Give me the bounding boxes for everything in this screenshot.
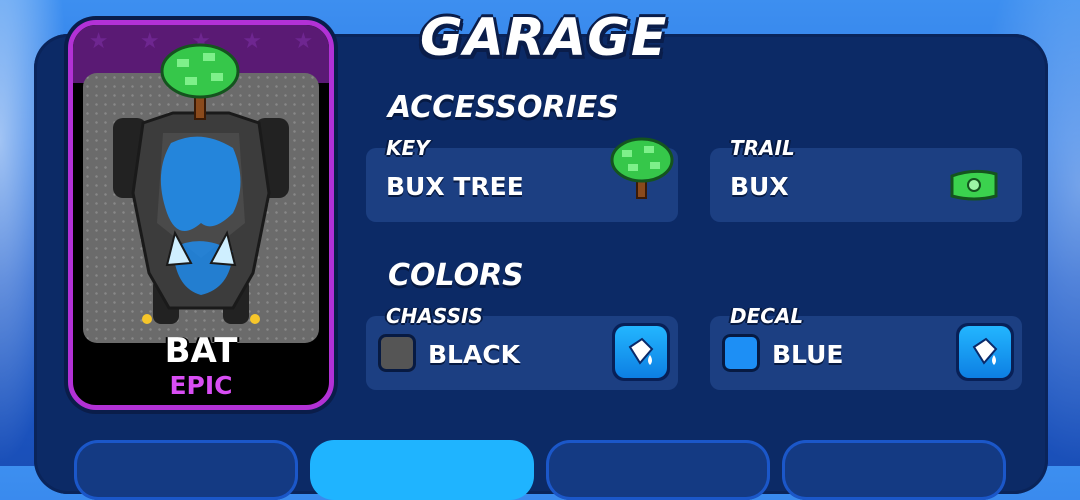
bottom-tab-1[interactable] xyxy=(74,440,298,500)
bottom-tab-4[interactable] xyxy=(782,440,1006,500)
slot-label: CHASSIS xyxy=(386,304,483,328)
money-tree-icon xyxy=(160,43,240,120)
screen-title: GARAGE xyxy=(420,8,668,68)
colors-heading: COLORS xyxy=(388,258,524,293)
slot-value: BUX xyxy=(730,172,789,201)
car-card[interactable]: ★ ★ ★ ★ ★ BAT EPIC xyxy=(68,20,334,410)
cash-bill-icon xyxy=(950,169,998,201)
slot-label: KEY xyxy=(386,136,430,160)
star-icon: ★ xyxy=(88,29,109,54)
accessory-slot-trail[interactable]: TRAIL BUX xyxy=(710,136,1022,222)
star-icon: ★ xyxy=(242,29,263,54)
slot-value: BUX TREE xyxy=(386,172,524,201)
slot-label: DECAL xyxy=(730,304,804,328)
color-slot-decal[interactable]: DECAL BLUE xyxy=(710,304,1022,390)
paint-bucket-icon xyxy=(628,337,654,365)
car-rarity: EPIC xyxy=(169,371,233,400)
accessory-slot-key[interactable]: KEY BUX TREE xyxy=(366,136,678,222)
bottom-tab-2[interactable] xyxy=(310,440,534,500)
chassis-color-swatch xyxy=(378,334,416,372)
money-tree-icon xyxy=(610,137,674,199)
decal-color-swatch xyxy=(722,334,760,372)
star-icon: ★ xyxy=(293,29,314,54)
slot-label: TRAIL xyxy=(730,136,795,160)
paint-bucket-icon xyxy=(972,337,998,365)
paint-chassis-button[interactable] xyxy=(612,323,670,381)
paint-decal-button[interactable] xyxy=(956,323,1014,381)
slot-value: BLUE xyxy=(772,340,844,369)
car-name: BAT xyxy=(164,331,238,371)
bottom-tab-3[interactable] xyxy=(546,440,770,500)
accessories-heading: ACCESSORIES xyxy=(388,90,619,125)
slot-value: BLACK xyxy=(428,340,521,369)
color-slot-chassis[interactable]: CHASSIS BLACK xyxy=(366,304,678,390)
